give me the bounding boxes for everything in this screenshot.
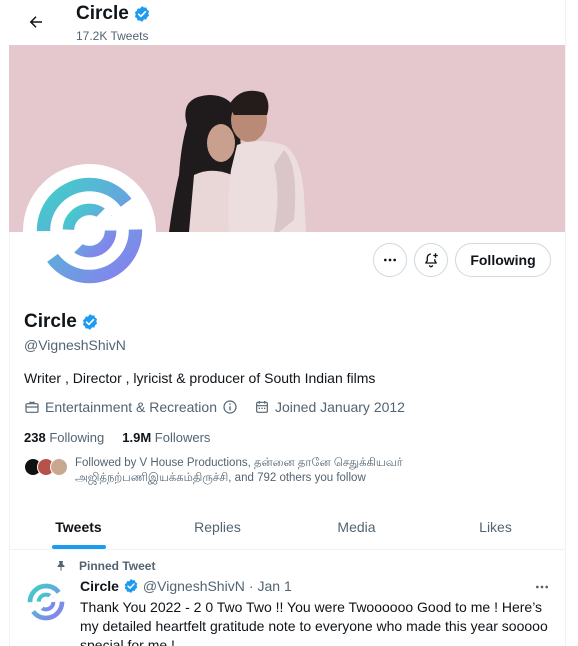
circle-logo-icon xyxy=(27,583,65,621)
tab-tweets[interactable]: Tweets xyxy=(9,504,148,549)
back-button[interactable] xyxy=(23,9,49,35)
profile-bio: Writer , Director , lyricist & producer … xyxy=(24,370,376,386)
profile-name-text: Circle xyxy=(24,311,77,332)
header-title-text: Circle xyxy=(76,3,129,24)
pin-icon xyxy=(57,561,65,571)
profile-handle: @VigneshShivN xyxy=(24,337,126,353)
followed-by: Followed by V House Productions, தன்னை த… xyxy=(24,456,495,486)
more-icon xyxy=(536,585,548,589)
profile-stats: 238 Following 1.9M Followers xyxy=(24,430,228,445)
tab-replies[interactable]: Replies xyxy=(148,504,287,549)
notifications-button[interactable] xyxy=(414,243,448,277)
tab-media[interactable]: Media xyxy=(287,504,426,549)
profile-name: Circle xyxy=(24,311,99,333)
calendar-icon xyxy=(256,401,268,413)
followers-label: Followers xyxy=(154,430,211,445)
more-options-button[interactable] xyxy=(373,243,407,277)
following-count: 238 xyxy=(24,430,46,445)
profile-avatar[interactable] xyxy=(23,164,156,297)
joined-item: Joined January 2012 xyxy=(254,399,405,415)
following-button[interactable]: Following xyxy=(455,243,551,277)
tweet-author-name[interactable]: Circle xyxy=(80,578,119,594)
mini-avatar xyxy=(50,458,68,476)
more-icon xyxy=(384,258,396,262)
joined-text: Joined January 2012 xyxy=(274,399,405,415)
pinned-label: Pinned Tweet xyxy=(55,559,155,573)
tweet-count: 17.2K Tweets xyxy=(76,29,149,43)
followed-by-line-2: அஜித்நற்பணிஇயக்கம்திருச்சி, and 792 othe… xyxy=(75,472,366,484)
pinned-label-text: Pinned Tweet xyxy=(79,559,156,573)
tweet-date[interactable]: Jan 1 xyxy=(258,578,292,594)
profile-meta: Entertainment & Recreation Joined Januar… xyxy=(24,399,421,415)
verified-badge-icon xyxy=(134,6,149,22)
followed-by-text[interactable]: Followed by V House Productions, தன்னை த… xyxy=(75,456,495,486)
tweet-text: Thank You 2022 - 2 0 Two Two !! You were… xyxy=(80,599,548,646)
arrow-left-icon xyxy=(29,16,42,28)
tweet-header: Circle @VigneshShivN · Jan 1 xyxy=(80,578,292,594)
tweet-more-button[interactable] xyxy=(530,578,554,596)
briefcase-icon xyxy=(25,401,39,413)
profile-tabs: Tweets Replies Media Likes xyxy=(9,504,565,550)
bell-plus-icon xyxy=(425,253,438,268)
tweet-separator: · xyxy=(248,578,254,594)
following-count-link[interactable]: 238 Following xyxy=(24,430,104,445)
category-text: Entertainment & Recreation xyxy=(45,399,217,415)
tweet-author-avatar[interactable] xyxy=(25,581,67,623)
tab-likes[interactable]: Likes xyxy=(426,504,565,549)
followed-by-line-1: Followed by V House Productions, தன்னை த… xyxy=(75,457,403,469)
right-border xyxy=(565,0,566,646)
verified-badge-icon xyxy=(124,579,138,593)
followers-count-link[interactable]: 1.9M Followers xyxy=(122,430,210,445)
profile-header: Circle 17.2K Tweets xyxy=(9,0,565,45)
followed-by-avatars xyxy=(24,458,68,476)
followers-count: 1.9M xyxy=(122,430,152,445)
circle-logo-icon xyxy=(36,177,143,284)
verified-badge-icon xyxy=(82,314,97,330)
info-icon[interactable] xyxy=(222,399,238,415)
header-title: Circle xyxy=(76,3,151,25)
category-item: Entertainment & Recreation xyxy=(24,399,238,415)
tweet-author-handle[interactable]: @VigneshShivN xyxy=(143,578,245,594)
following-label: Following xyxy=(49,430,105,445)
